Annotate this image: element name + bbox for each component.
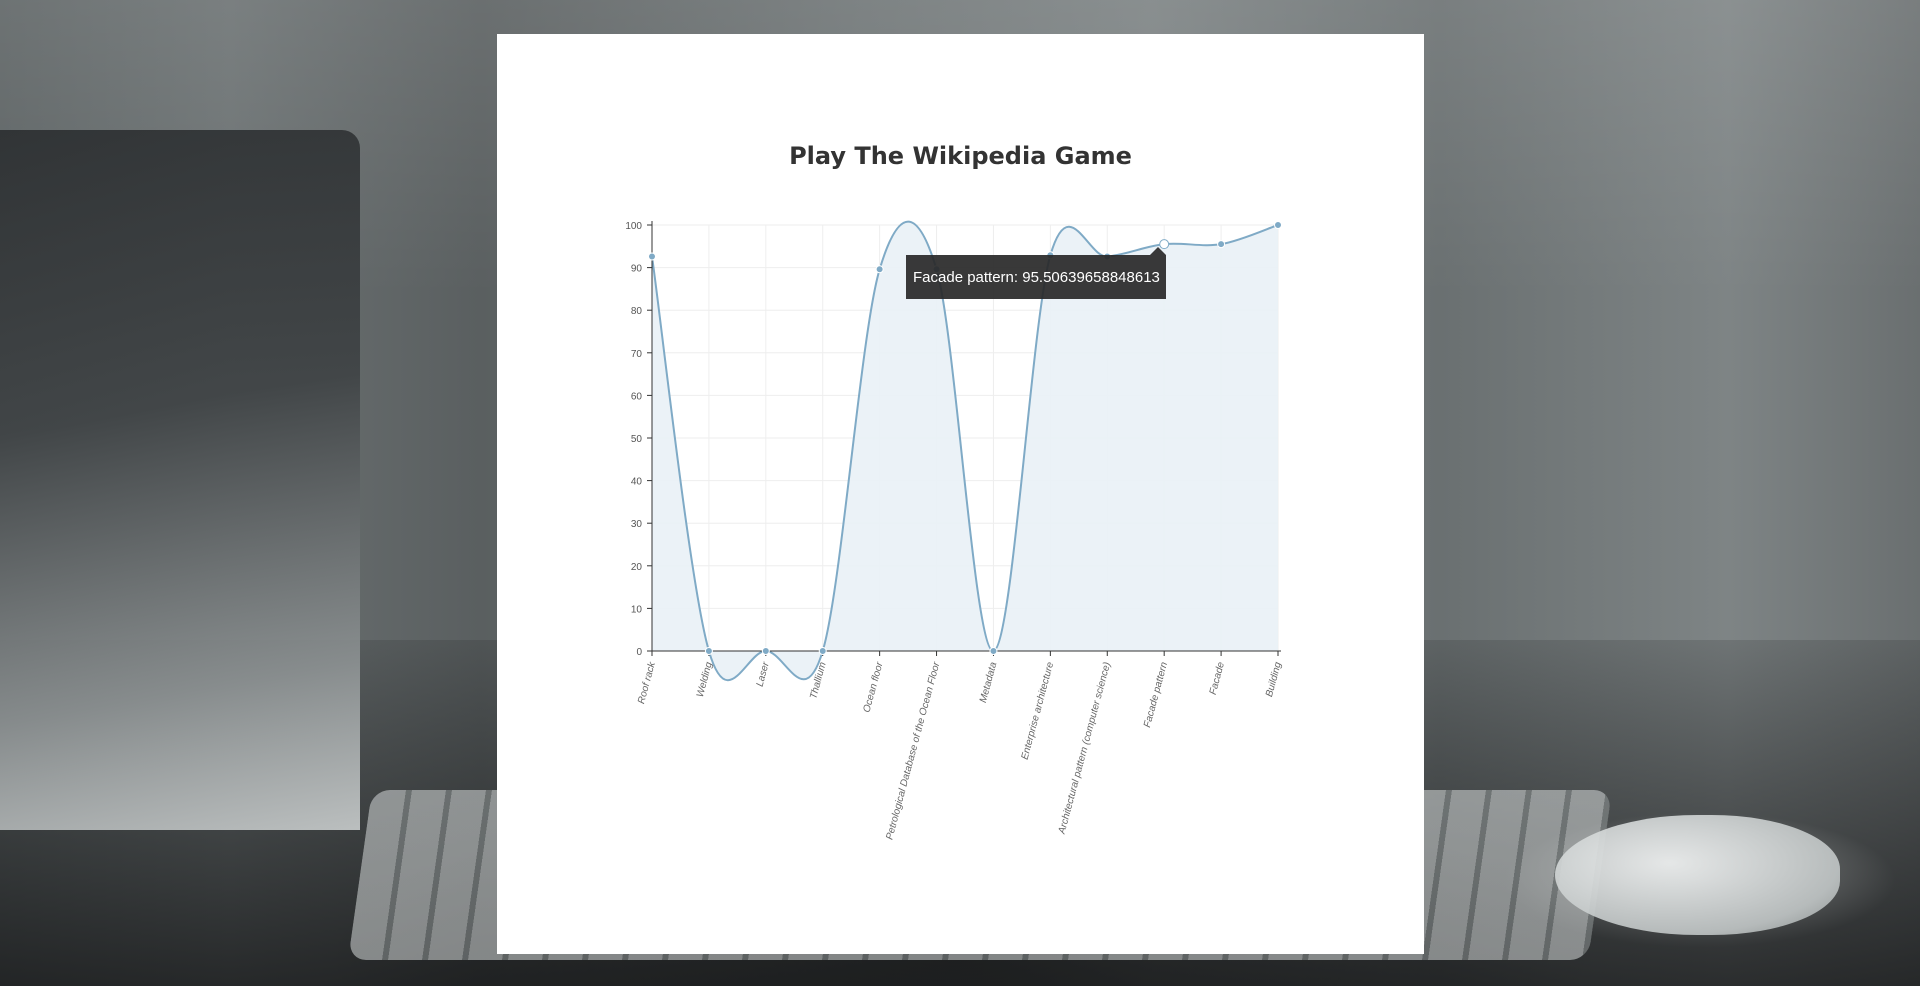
data-point xyxy=(1217,240,1226,249)
x-tick-label: Petrological Database of the Ocean Floor xyxy=(884,660,942,841)
data-point xyxy=(648,252,656,261)
y-tick-label: 70 xyxy=(631,349,643,360)
y-tick-label: 40 xyxy=(631,477,643,488)
y-tick-label: 50 xyxy=(631,434,643,445)
x-tick-label: Ocean floor xyxy=(862,660,886,713)
x-tick-label: Metadata xyxy=(978,661,1000,705)
data-point xyxy=(1274,221,1282,229)
y-tick-label: 20 xyxy=(631,562,643,573)
data-point xyxy=(875,265,884,274)
x-tick-label: Building xyxy=(1264,661,1284,699)
y-tick-label: 100 xyxy=(625,221,642,232)
x-tick-label: Welding xyxy=(695,661,715,699)
background-laptop xyxy=(0,130,360,830)
data-point xyxy=(761,647,770,655)
chart-tooltip: Facade pattern: 95.50639658848613 xyxy=(906,247,1166,299)
y-tick-label: 0 xyxy=(636,647,642,658)
y-tick-label: 60 xyxy=(631,391,643,402)
data-point xyxy=(704,647,713,655)
line-chart: 0 10 20 30 40 50 60 70 80 90 100 Roof rack Welding La… xyxy=(625,220,1284,841)
y-tick-label: 80 xyxy=(631,306,643,317)
x-tick-label: Roof rack xyxy=(636,660,658,705)
x-tick-label: Facade xyxy=(1208,661,1227,696)
data-point xyxy=(818,647,827,655)
y-tick-label: 30 xyxy=(631,519,643,530)
x-tick-label: Enterprise architecture xyxy=(1020,661,1057,761)
background-mouse xyxy=(1555,815,1840,935)
y-tick-label: 90 xyxy=(631,264,643,275)
y-tick-label: 10 xyxy=(631,604,643,615)
data-point xyxy=(989,647,998,655)
x-tick-label: Laser xyxy=(755,660,772,688)
x-tick-label: Architectural pattern (computer science) xyxy=(1056,661,1113,836)
chart-card: Play The Wikipedia Game 0 10 20 30 40 50 60 70 8… xyxy=(497,34,1424,954)
x-tick-label: Facade pattern xyxy=(1142,661,1170,729)
